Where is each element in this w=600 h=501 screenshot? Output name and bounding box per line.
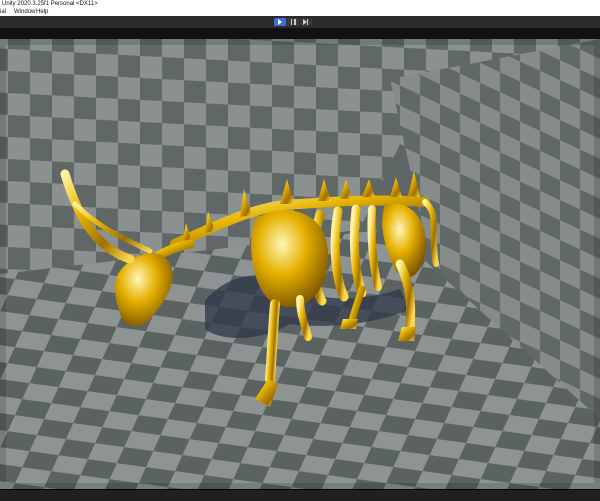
menu-bar: ial Window Help — [0, 8, 600, 16]
title-bar: Unity 2020.3.25f1 Personal <DX11> — [0, 0, 600, 8]
unity-editor-window: Unity 2020.3.25f1 Personal <DX11> ial Wi… — [0, 0, 600, 501]
status-bar — [0, 489, 600, 501]
pause-icon — [290, 19, 296, 25]
step-button[interactable] — [300, 18, 312, 26]
game-viewport[interactable] — [0, 39, 600, 489]
pause-button[interactable] — [287, 18, 299, 26]
scene-tab-strip — [0, 28, 600, 39]
menu-item-window[interactable]: Window — [14, 8, 35, 16]
window-title: Unity 2020.3.25f1 Personal <DX11> — [2, 1, 98, 7]
scene-render — [0, 39, 600, 489]
play-icon — [278, 19, 282, 25]
menu-item-help[interactable]: Help — [36, 8, 48, 16]
step-icon — [303, 19, 309, 25]
play-button[interactable] — [274, 18, 286, 26]
menu-item-partial[interactable]: ial — [0, 8, 6, 16]
